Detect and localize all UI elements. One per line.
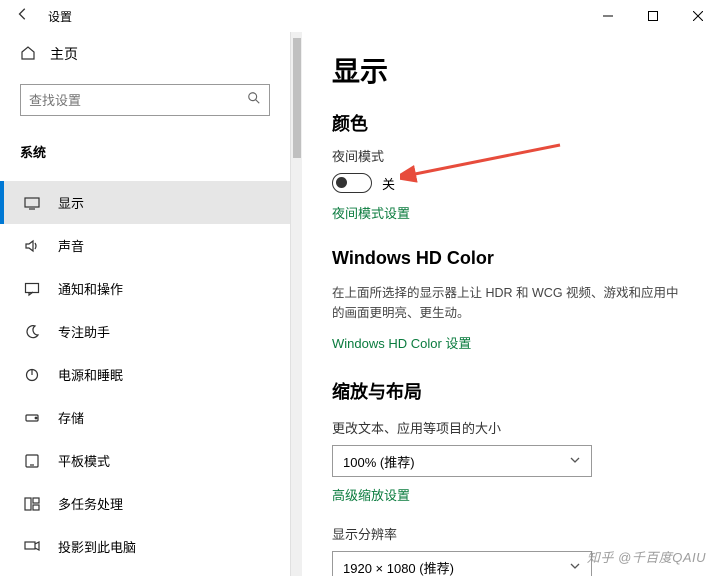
home-label: 主页 (50, 44, 78, 64)
scale-label: 更改文本、应用等项目的大小 (332, 418, 690, 437)
main-content: 显示 颜色 夜间模式 关 夜间模式设置 Windows HD Color 在上面… (302, 32, 720, 576)
night-light-state: 关 (382, 174, 395, 193)
message-icon (24, 281, 40, 297)
search-input[interactable] (20, 84, 270, 116)
night-light-label: 夜间模式 (332, 146, 690, 165)
sidebar-item-tablet[interactable]: 平板模式 (0, 439, 290, 482)
scale-section-title: 缩放与布局 (332, 378, 690, 404)
sidebar-item-label: 专注助手 (58, 322, 110, 341)
scale-value: 100% (推荐) (343, 452, 415, 471)
resolution-dropdown[interactable]: 1920 × 1080 (推荐) (332, 551, 592, 576)
resolution-value: 1920 × 1080 (推荐) (343, 558, 454, 576)
sidebar-item-label: 投影到此电脑 (58, 537, 136, 556)
sidebar: 主页 系统 显示 声音 通知和操作 (0, 32, 290, 576)
monitor-icon (24, 195, 40, 211)
chevron-down-icon (569, 560, 581, 575)
page-title: 显示 (332, 50, 690, 90)
storage-icon (24, 410, 40, 426)
window-title: 设置 (48, 8, 72, 25)
scale-dropdown[interactable]: 100% (推荐) (332, 445, 592, 477)
sidebar-scrollbar[interactable] (290, 32, 302, 576)
home-icon (20, 45, 36, 64)
minimize-button[interactable] (585, 0, 630, 32)
hd-color-settings-link[interactable]: Windows HD Color 设置 (332, 333, 471, 352)
night-light-toggle[interactable] (332, 173, 372, 193)
sidebar-item-storage[interactable]: 存储 (0, 396, 290, 439)
search-icon (247, 91, 261, 110)
sidebar-item-label: 通知和操作 (58, 279, 123, 298)
category-label: 系统 (0, 128, 290, 171)
sidebar-item-focus[interactable]: 专注助手 (0, 310, 290, 353)
hd-color-description: 在上面所选择的显示器上让 HDR 和 WCG 视频、游戏和应用中的画面更明亮、更… (332, 283, 690, 323)
sidebar-item-power[interactable]: 电源和睡眠 (0, 353, 290, 396)
night-light-settings-link[interactable]: 夜间模式设置 (332, 203, 410, 222)
project-icon (24, 539, 40, 555)
chevron-down-icon (569, 454, 581, 469)
maximize-button[interactable] (630, 0, 675, 32)
sidebar-item-label: 多任务处理 (58, 494, 123, 513)
search-field[interactable] (29, 93, 247, 108)
sidebar-item-sound[interactable]: 声音 (0, 224, 290, 267)
speaker-icon (24, 238, 40, 254)
close-button[interactable] (675, 0, 720, 32)
sidebar-item-notifications[interactable]: 通知和操作 (0, 267, 290, 310)
sidebar-item-label: 平板模式 (58, 451, 110, 470)
resolution-label: 显示分辨率 (332, 524, 690, 543)
advanced-scale-link[interactable]: 高级缩放设置 (332, 485, 410, 504)
title-bar: 设置 (0, 0, 720, 32)
power-icon (24, 367, 40, 383)
sidebar-item-display[interactable]: 显示 (0, 181, 290, 224)
watermark: 知乎 @千百度QAIU (587, 547, 706, 566)
sidebar-item-label: 声音 (58, 236, 84, 255)
tablet-icon (24, 453, 40, 469)
hd-color-title: Windows HD Color (332, 248, 690, 269)
sidebar-item-label: 电源和睡眠 (58, 365, 123, 384)
moon-icon (24, 324, 40, 340)
back-icon[interactable] (16, 7, 30, 26)
scrollbar-thumb[interactable] (293, 38, 301, 158)
sidebar-item-label: 显示 (58, 193, 84, 212)
home-link[interactable]: 主页 (0, 36, 290, 72)
sidebar-item-label: 存储 (58, 408, 84, 427)
window-controls (585, 0, 720, 32)
color-section-title: 颜色 (332, 110, 690, 136)
sidebar-item-multitask[interactable]: 多任务处理 (0, 482, 290, 525)
sidebar-item-project[interactable]: 投影到此电脑 (0, 525, 290, 568)
multitask-icon (24, 496, 40, 512)
